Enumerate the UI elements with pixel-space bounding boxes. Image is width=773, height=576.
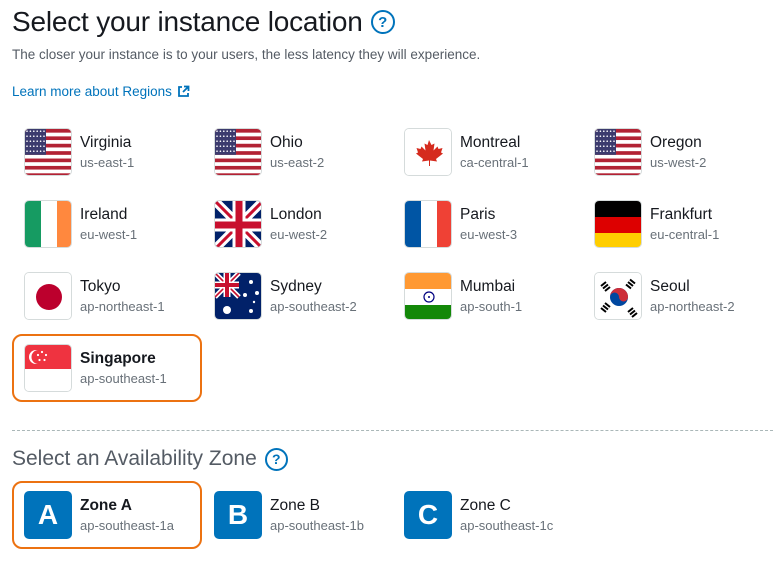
zone-letter-badge: A <box>24 491 72 539</box>
singapore-flag-icon <box>24 344 72 392</box>
learn-more-regions-link[interactable]: Learn more about Regions <box>12 84 190 99</box>
learn-more-label: Learn more about Regions <box>12 84 172 99</box>
region-code: ca-central-1 <box>460 155 529 170</box>
zone-code: ap-southeast-1c <box>460 518 554 533</box>
japan-flag-icon <box>24 272 72 320</box>
region-tile-ca-central-1[interactable]: Montreal ca-central-1 <box>392 118 582 186</box>
region-code: eu-central-1 <box>650 227 720 242</box>
zone-letter-badge: B <box>214 491 262 539</box>
region-name: Seoul <box>650 278 690 295</box>
canada-flag-icon <box>404 128 452 176</box>
region-tile-ap-south-1[interactable]: Mumbai ap-south-1 <box>392 262 582 330</box>
region-code: eu-west-3 <box>460 227 518 242</box>
section-divider <box>12 430 773 431</box>
page-subtitle: The closer your instance is to your user… <box>12 47 481 62</box>
region-name: Montreal <box>460 134 521 151</box>
region-code: ap-southeast-1 <box>80 371 167 386</box>
page-title: Select your instance location ? <box>12 6 395 38</box>
region-tile-eu-west-3[interactable]: Paris eu-west-3 <box>392 190 582 258</box>
region-code: eu-west-1 <box>80 227 138 242</box>
region-name: Sydney <box>270 278 322 295</box>
zone-code: ap-southeast-1a <box>80 518 174 533</box>
germany-flag-icon <box>594 200 642 248</box>
region-code: us-west-2 <box>650 155 707 170</box>
az-help-icon[interactable]: ? <box>264 447 288 471</box>
us-flag-icon <box>214 128 262 176</box>
france-flag-icon <box>404 200 452 248</box>
region-code: ap-northeast-2 <box>650 299 735 314</box>
help-icon[interactable]: ? <box>370 10 395 34</box>
region-tile-ap-southeast-2[interactable]: Sydney ap-southeast-2 <box>202 262 392 330</box>
korea-flag-icon <box>594 272 642 320</box>
australia-flag-icon <box>214 272 262 320</box>
region-tile-eu-central-1[interactable]: Frankfurt eu-central-1 <box>582 190 772 258</box>
region-name: Ireland <box>80 206 128 223</box>
availability-zone-title-text: Select an Availability Zone <box>12 447 257 470</box>
availability-zone-title: Select an Availability Zone ? <box>12 447 288 471</box>
region-code: us-east-1 <box>80 155 135 170</box>
us-flag-icon <box>24 128 72 176</box>
zone-name: Zone A <box>80 497 132 514</box>
region-tile-us-west-2[interactable]: Oregon us-west-2 <box>582 118 772 186</box>
region-tile-eu-west-1[interactable]: Ireland eu-west-1 <box>12 190 202 258</box>
region-tile-us-east-2[interactable]: Ohio us-east-2 <box>202 118 392 186</box>
region-name: London <box>270 206 322 223</box>
region-name: Mumbai <box>460 278 516 295</box>
page-title-text: Select your instance location <box>12 6 363 37</box>
region-name: Paris <box>460 206 496 223</box>
us-flag-icon <box>594 128 642 176</box>
region-tile-us-east-1[interactable]: Virginia us-east-1 <box>12 118 202 186</box>
ireland-flag-icon <box>24 200 72 248</box>
region-name: Frankfurt <box>650 206 713 223</box>
region-name: Singapore <box>80 350 156 367</box>
zone-letter-badge: C <box>404 491 452 539</box>
uk-flag-icon <box>214 200 262 248</box>
region-name: Tokyo <box>80 278 121 295</box>
region-name: Virginia <box>80 134 132 151</box>
zone-tile-ap-southeast-1b[interactable]: B Zone B ap-southeast-1b <box>202 481 392 549</box>
region-name: Oregon <box>650 134 702 151</box>
region-tile-ap-northeast-1[interactable]: Tokyo ap-northeast-1 <box>12 262 202 330</box>
region-code: ap-south-1 <box>460 299 523 314</box>
region-tile-ap-southeast-1[interactable]: Singapore ap-southeast-1 <box>12 334 202 402</box>
region-code: eu-west-2 <box>270 227 328 242</box>
region-tile-ap-northeast-2[interactable]: Seoul ap-northeast-2 <box>582 262 772 330</box>
india-flag-icon <box>404 272 452 320</box>
zone-name: Zone B <box>270 497 320 514</box>
region-code: us-east-2 <box>270 155 325 170</box>
zone-tile-ap-southeast-1c[interactable]: C Zone C ap-southeast-1c <box>392 481 582 549</box>
zone-name: Zone C <box>460 497 511 514</box>
region-name: Ohio <box>270 134 303 151</box>
region-tile-eu-west-2[interactable]: London eu-west-2 <box>202 190 392 258</box>
external-link-icon <box>177 85 190 97</box>
region-code: ap-northeast-1 <box>80 299 165 314</box>
zone-code: ap-southeast-1b <box>270 518 364 533</box>
zone-tile-ap-southeast-1a[interactable]: A Zone A ap-southeast-1a <box>12 481 202 549</box>
region-code: ap-southeast-2 <box>270 299 357 314</box>
